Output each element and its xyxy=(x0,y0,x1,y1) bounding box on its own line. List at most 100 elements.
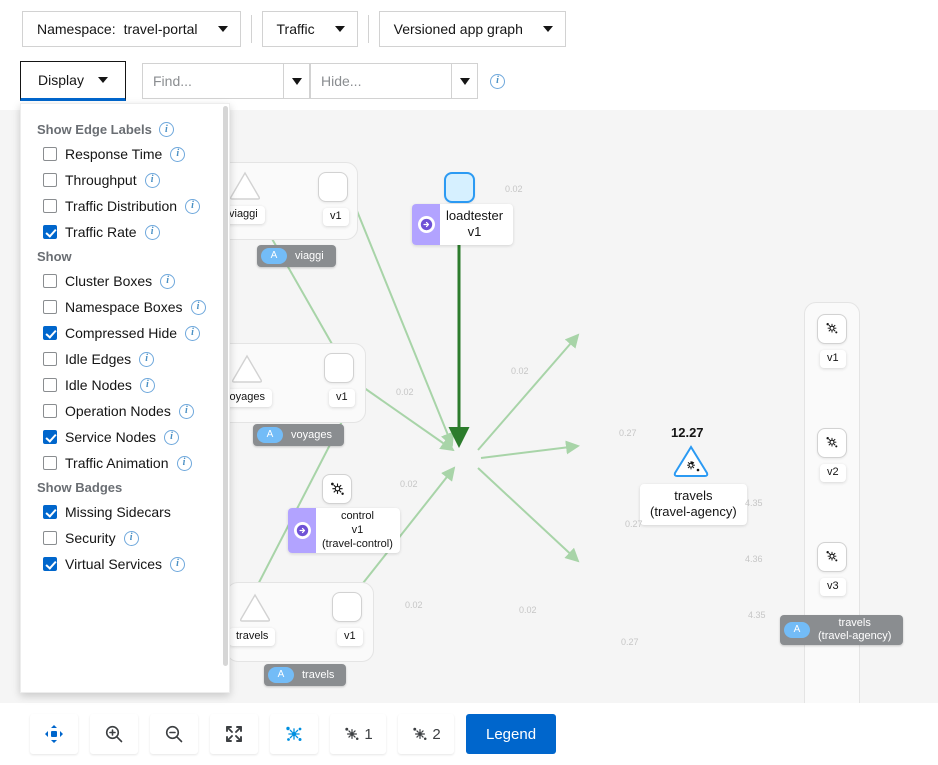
checkbox[interactable] xyxy=(43,531,57,545)
checkbox[interactable] xyxy=(43,352,57,366)
display-option-compressed-hide[interactable]: Compressed Hide i xyxy=(21,320,229,346)
info-icon[interactable]: i xyxy=(164,430,179,445)
layout-1-button[interactable]: 1 xyxy=(330,714,386,754)
info-icon[interactable]: i xyxy=(490,74,505,89)
pan-drag-button[interactable] xyxy=(30,714,78,754)
checkbox[interactable] xyxy=(43,430,57,444)
node-agency-v3[interactable] xyxy=(817,542,847,572)
checkbox[interactable] xyxy=(43,404,57,418)
display-option-operation-nodes[interactable]: Operation Nodesi xyxy=(21,398,229,424)
group-badge-label: travels (travel-agency) xyxy=(818,617,891,642)
display-option-namespace-boxes[interactable]: Namespace Boxes i xyxy=(21,294,229,320)
info-icon[interactable]: i xyxy=(145,173,160,188)
display-option-virtual-services[interactable]: Virtual Servicesi xyxy=(21,551,229,577)
topology-icon xyxy=(343,725,361,743)
node-viaggi-service[interactable] xyxy=(228,170,262,200)
edge-label-control-viaggi: 0.02 xyxy=(396,387,414,397)
hide-input[interactable] xyxy=(311,64,451,98)
group-badge-viaggi[interactable]: A viaggi xyxy=(257,245,336,267)
node-travels-v1[interactable] xyxy=(332,592,362,622)
info-icon[interactable]: i xyxy=(159,122,174,137)
display-option-cluster-boxes[interactable]: Cluster Boxes i xyxy=(21,268,229,294)
find-input[interactable] xyxy=(143,64,283,98)
zoom-out-button[interactable] xyxy=(150,714,198,754)
checkbox[interactable] xyxy=(43,456,57,470)
panel-scrollbar[interactable] xyxy=(223,106,228,666)
layout-default-button[interactable] xyxy=(270,714,318,754)
display-option-traffic-animation[interactable]: Traffic Animationi xyxy=(21,450,229,476)
info-icon[interactable]: i xyxy=(139,352,154,367)
toolbar-divider-1 xyxy=(251,15,252,43)
edge-label-agency-v3: 4.35 xyxy=(748,610,766,620)
edge-label-agency-v2: 4.36 xyxy=(745,554,763,564)
info-icon[interactable]: i xyxy=(185,326,200,341)
display-option-label: Compressed Hide xyxy=(65,325,177,341)
display-option-label: Cluster Boxes xyxy=(65,273,152,289)
traffic-select[interactable]: Traffic xyxy=(262,11,358,47)
node-label-agency-v1: v1 xyxy=(820,350,846,368)
info-icon[interactable]: i xyxy=(177,456,192,471)
edge-label-viaggi: 0.02 xyxy=(505,184,523,194)
checkbox[interactable] xyxy=(43,378,57,392)
display-option-throughput[interactable]: Throughputi xyxy=(21,167,229,193)
display-option-idle-edges[interactable]: Idle Edgesi xyxy=(21,346,229,372)
info-icon[interactable]: i xyxy=(145,225,160,240)
info-icon[interactable]: i xyxy=(140,378,155,393)
node-label-text: travels (travel-agency) xyxy=(650,488,737,521)
group-badge-voyages[interactable]: A voyages xyxy=(253,424,344,446)
display-option-service-nodes[interactable]: Service Nodesi xyxy=(21,424,229,450)
layout-2-button[interactable]: 2 xyxy=(398,714,454,754)
node-loadtester-v1[interactable] xyxy=(444,172,475,203)
topology-icon xyxy=(284,724,304,744)
display-option-traffic-distribution[interactable]: Traffic Distributioni xyxy=(21,193,229,219)
info-icon[interactable]: i xyxy=(191,300,206,315)
node-travel-agency-service[interactable] xyxy=(672,444,710,478)
display-option-label: Namespace Boxes xyxy=(65,299,183,315)
graph-type-select[interactable]: Versioned app graph xyxy=(379,11,566,47)
hide-combo[interactable] xyxy=(310,63,478,99)
display-option-missing-sidecars[interactable]: Missing Sidecars xyxy=(21,499,229,525)
checkbox[interactable] xyxy=(43,147,57,161)
node-control-v1[interactable] xyxy=(322,474,352,504)
info-icon[interactable]: i xyxy=(124,531,139,546)
checkbox[interactable] xyxy=(43,326,57,340)
display-option-response-time[interactable]: Response Timei xyxy=(21,141,229,167)
chevron-down-icon xyxy=(218,26,228,32)
checkbox[interactable] xyxy=(43,173,57,187)
legend-button[interactable]: Legend xyxy=(466,714,556,754)
chevron-down-icon xyxy=(335,26,345,32)
find-combo[interactable] xyxy=(142,63,310,99)
checkbox[interactable] xyxy=(43,557,57,571)
info-icon[interactable]: i xyxy=(185,199,200,214)
checkbox[interactable] xyxy=(43,505,57,519)
node-voyages-service[interactable] xyxy=(230,353,264,383)
display-dropdown-button[interactable]: Display xyxy=(20,61,126,101)
node-agency-v2[interactable] xyxy=(817,428,847,458)
display-option-idle-nodes[interactable]: Idle Nodesi xyxy=(21,372,229,398)
info-icon[interactable]: i xyxy=(179,404,194,419)
panel-group-label: Show xyxy=(37,249,72,264)
hide-dropdown-toggle[interactable] xyxy=(451,64,477,98)
display-options-panel[interactable]: Show Edge LabelsiResponse TimeiThroughpu… xyxy=(20,103,230,693)
node-agency-v1[interactable] xyxy=(817,314,847,344)
display-option-label: Traffic Rate xyxy=(65,224,137,240)
info-icon[interactable]: i xyxy=(170,147,185,162)
zoom-in-button[interactable] xyxy=(90,714,138,754)
node-viaggi-v1[interactable] xyxy=(318,172,348,202)
group-badge-travels[interactable]: A travels xyxy=(264,664,346,686)
namespace-select[interactable]: Namespace: travel-portal xyxy=(22,11,241,47)
chevron-down-icon xyxy=(460,78,470,85)
info-icon[interactable]: i xyxy=(170,557,185,572)
checkbox[interactable] xyxy=(43,274,57,288)
checkbox[interactable] xyxy=(43,225,57,239)
fit-to-screen-button[interactable] xyxy=(210,714,258,754)
info-icon[interactable]: i xyxy=(160,274,175,289)
checkbox[interactable] xyxy=(43,300,57,314)
find-dropdown-toggle[interactable] xyxy=(283,64,309,98)
group-badge-travel-agency[interactable]: A travels (travel-agency) xyxy=(780,615,903,645)
display-option-security[interactable]: Securityi xyxy=(21,525,229,551)
checkbox[interactable] xyxy=(43,199,57,213)
node-voyages-v1[interactable] xyxy=(324,353,354,383)
display-option-traffic-rate[interactable]: Traffic Rate i xyxy=(21,219,229,245)
node-travels-service[interactable] xyxy=(238,592,272,622)
